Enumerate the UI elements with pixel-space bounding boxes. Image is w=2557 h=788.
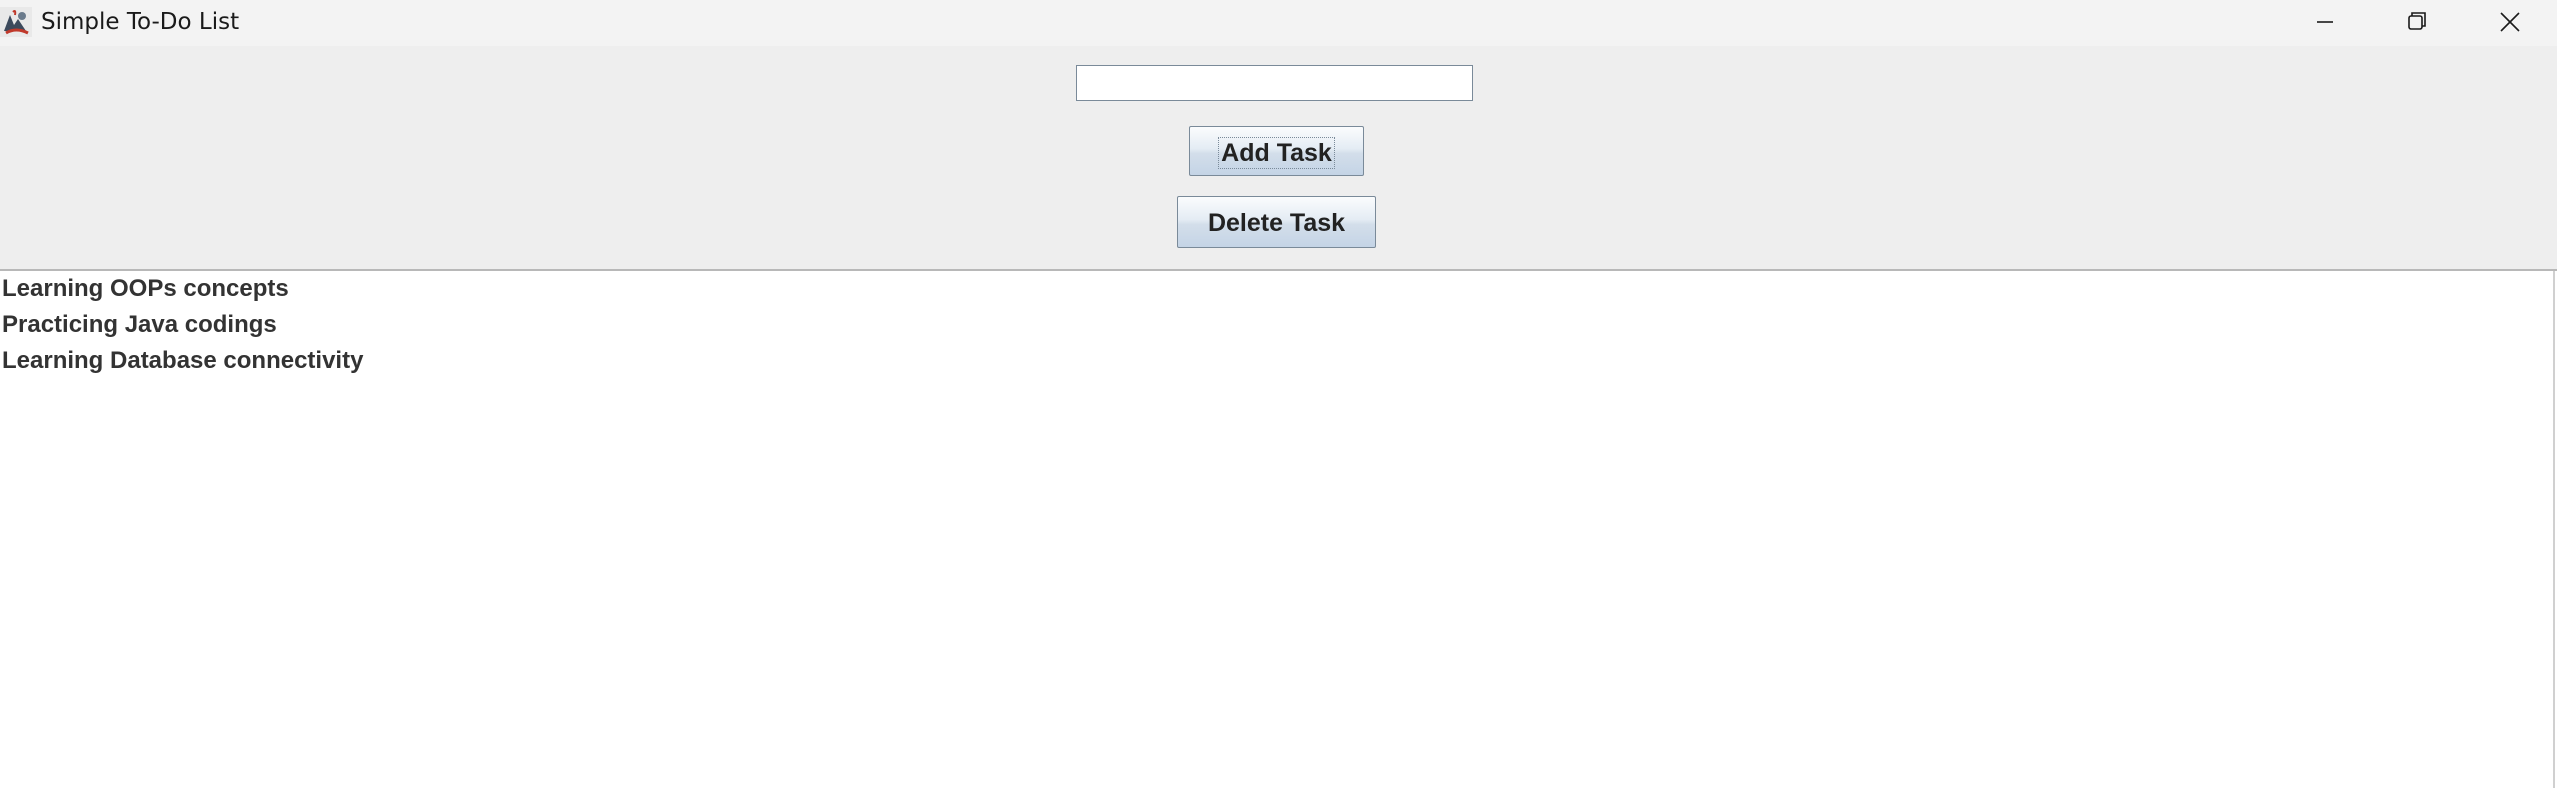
control-panel: Add Task Delete Task (0, 46, 2557, 271)
java-app-icon[interactable] (0, 7, 32, 37)
restore-icon (2408, 12, 2426, 30)
close-button[interactable] (2465, 0, 2555, 46)
task-item[interactable]: Practicing Java codings (0, 307, 2553, 343)
minimize-icon (2317, 21, 2333, 23)
delete-task-button[interactable]: Delete Task (1177, 196, 1376, 248)
task-list[interactable]: Learning OOPs concepts Practicing Java c… (0, 271, 2555, 788)
task-item[interactable]: Learning OOPs concepts (0, 271, 2553, 307)
window-title: Simple To-Do List (41, 9, 240, 35)
minimize-button[interactable] (2280, 0, 2370, 46)
add-task-label: Add Task (1218, 137, 1335, 170)
task-input[interactable] (1076, 65, 1473, 101)
add-task-button[interactable]: Add Task (1189, 126, 1364, 176)
task-item[interactable]: Learning Database connectivity (0, 343, 2553, 379)
app-window: Simple To-Do List Add Task Delete Task L… (0, 0, 2557, 788)
title-bar[interactable]: Simple To-Do List (0, 0, 2557, 46)
maximize-button[interactable] (2370, 0, 2460, 46)
close-icon (2500, 12, 2520, 32)
